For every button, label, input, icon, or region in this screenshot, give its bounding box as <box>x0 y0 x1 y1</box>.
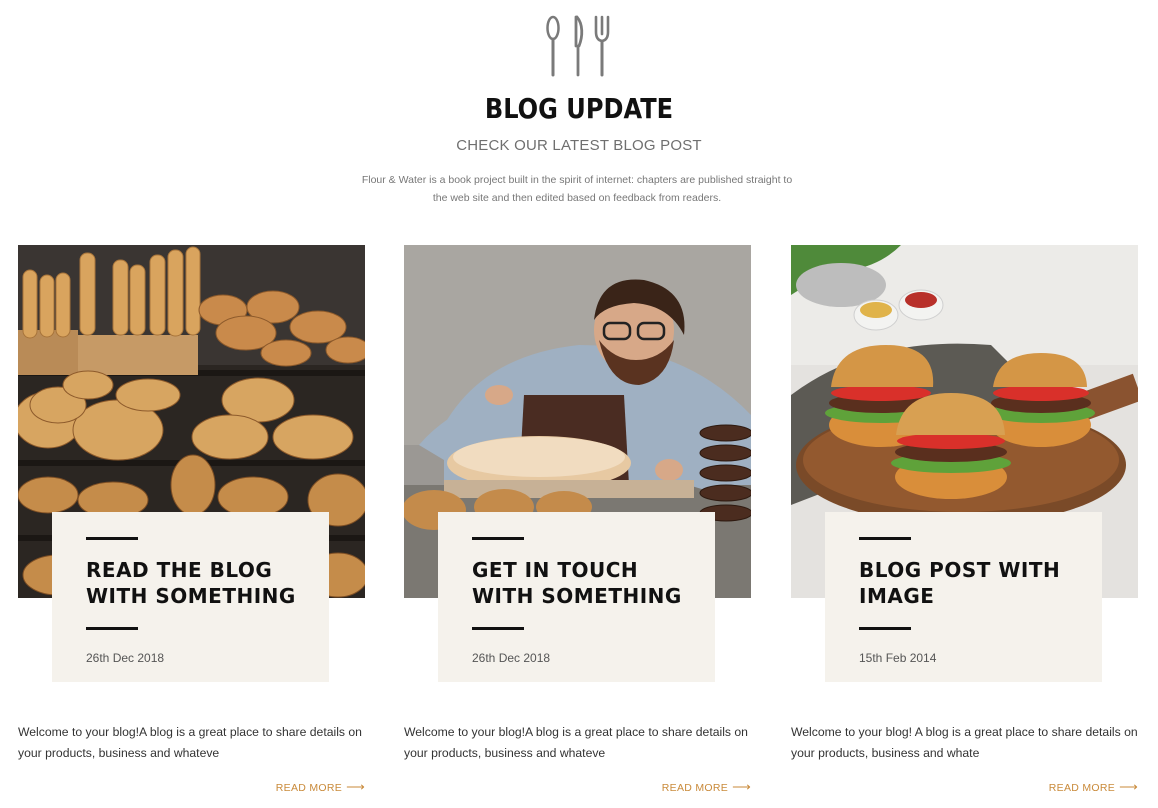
divider <box>472 537 524 540</box>
post-title[interactable]: READ THE BLOG WITH SOMETHING <box>86 557 316 609</box>
read-more-label: READ MORE <box>661 782 729 794</box>
divider <box>86 537 138 540</box>
post-info-box: GET IN TOUCH WITH SOMETHING 26th Dec 201… <box>438 512 715 682</box>
blog-card: READ THE BLOG WITH SOMETHING 26th Dec 20… <box>18 245 365 805</box>
post-date: 26th Dec 2018 <box>86 651 165 665</box>
section-subtitle: CHECK OUR LATEST BLOG POST <box>456 137 702 154</box>
arrow-right-icon: ⟶ <box>346 779 365 794</box>
read-more-link[interactable]: READ MORE ⟶ <box>1049 779 1138 795</box>
post-excerpt: Welcome to your blog!A blog is a great p… <box>404 725 748 760</box>
post-title[interactable]: GET IN TOUCH WITH SOMETHING <box>472 557 702 609</box>
arrow-right-icon: ⟶ <box>732 779 751 794</box>
read-more-label: READ MORE <box>275 782 343 794</box>
blog-card: BLOG POST WITH IMAGE 15th Feb 2014 Welco… <box>791 245 1138 805</box>
post-title[interactable]: BLOG POST WITH IMAGE <box>859 557 1089 609</box>
arrow-right-icon: ⟶ <box>1119 779 1138 794</box>
read-more-label: READ MORE <box>1048 782 1116 794</box>
divider <box>859 537 911 540</box>
read-more-link[interactable]: READ MORE ⟶ <box>276 779 365 795</box>
section-intro: Flour & Water is a book project built in… <box>361 174 793 204</box>
post-info-box: BLOG POST WITH IMAGE 15th Feb 2014 <box>825 512 1102 682</box>
post-info-box: READ THE BLOG WITH SOMETHING 26th Dec 20… <box>52 512 329 682</box>
post-date: 15th Feb 2014 <box>859 651 937 665</box>
post-excerpt: Welcome to your blog! A blog is a great … <box>791 725 1138 760</box>
post-date: 26th Dec 2018 <box>472 651 551 665</box>
divider <box>859 627 911 630</box>
read-more-link[interactable]: READ MORE ⟶ <box>662 779 751 795</box>
divider <box>86 627 138 630</box>
divider <box>472 627 524 630</box>
section-title: BLOG UPDATE <box>484 92 674 125</box>
post-excerpt: Welcome to your blog!A blog is a great p… <box>18 725 362 760</box>
cutlery-icon <box>546 15 610 77</box>
blog-card: GET IN TOUCH WITH SOMETHING 26th Dec 201… <box>404 245 751 805</box>
